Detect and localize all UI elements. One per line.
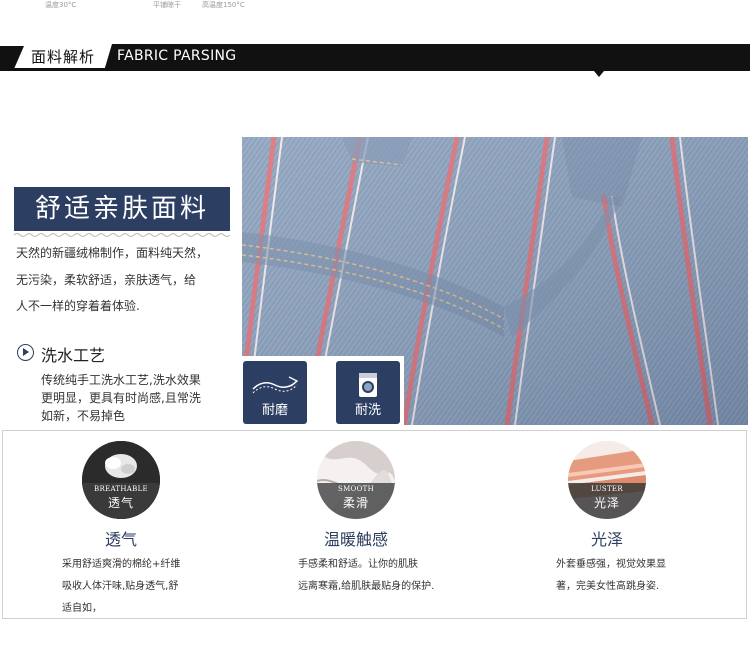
badge-wash-label: 耐洗 <box>354 403 381 418</box>
wash-line-1: 传统纯手工洗水工艺,洗水效果 <box>41 373 201 387</box>
feature-1-line-3: 适自如， <box>62 603 102 614</box>
smooth-cn: 柔滑 <box>342 496 369 510</box>
section-title-en: FABRIC PARSING <box>117 48 237 64</box>
feature-1-line-1: 采用舒适爽滑的棉纶+纤维 <box>62 559 181 570</box>
care-fragment-3: 高温度150°C <box>202 1 245 9</box>
badge-wear-label: 耐磨 <box>261 403 288 418</box>
comfort-line-1: 天然的新疆绒棉制作，面料纯天然， <box>16 246 209 260</box>
comfort-line-2: 无污染，柔软舒适，亲肤透气，给 <box>16 273 197 287</box>
luster-en: LUSTER <box>591 485 623 493</box>
care-fragment-2: 平铺晾干 <box>153 1 181 9</box>
badge-wear-resistant: 耐磨 <box>243 361 307 424</box>
section-title-cn: 面料解析 <box>31 48 96 66</box>
header-pointer <box>594 71 604 77</box>
badge-washable: 耐洗 <box>336 361 400 424</box>
comfort-line-3: 人不一样的穿着着体验. <box>16 299 140 313</box>
luster-cn: 光泽 <box>593 496 620 510</box>
breathable-swatch: BREATHABLE 透气 <box>82 441 160 519</box>
comfort-title: 舒适亲肤面料 <box>14 187 230 231</box>
smooth-swatch: SMOOTH 柔滑 <box>317 441 395 519</box>
feature-1-line-2: 吸收人体汗味,贴身透气,舒 <box>62 581 179 592</box>
smooth-en: SMOOTH <box>337 485 374 493</box>
feature-3-line-1: 外套垂感强，视觉效果显 <box>556 559 666 570</box>
luster-swatch: LUSTER 光泽 <box>568 441 646 519</box>
feature-3-line-2: 著，完美女性高跳身姿. <box>556 581 660 592</box>
feature-title-warm-touch: 温暖触感 <box>323 530 388 549</box>
feature-2-line-1: 手感柔和舒适。让你的肌肤 <box>298 559 418 570</box>
breathable-en: BREATHABLE <box>94 485 148 493</box>
wash-title: 洗水工艺 <box>41 346 106 365</box>
wash-line-2: 更明显，更具有时尚感,且常洗 <box>41 391 201 405</box>
feature-2-line-2: 远离寒霜,给肌肤最贴身的保护. <box>298 581 435 592</box>
feature-title-breathable: 透气 <box>104 530 137 549</box>
breathable-cn: 透气 <box>107 496 134 510</box>
play-circle-icon <box>17 344 34 361</box>
feature-title-luster: 光泽 <box>590 530 623 549</box>
wave-divider <box>14 233 230 237</box>
care-fragment-1: 温度30°C <box>45 1 77 9</box>
wash-line-3: 如新，不易掉色 <box>41 409 126 423</box>
